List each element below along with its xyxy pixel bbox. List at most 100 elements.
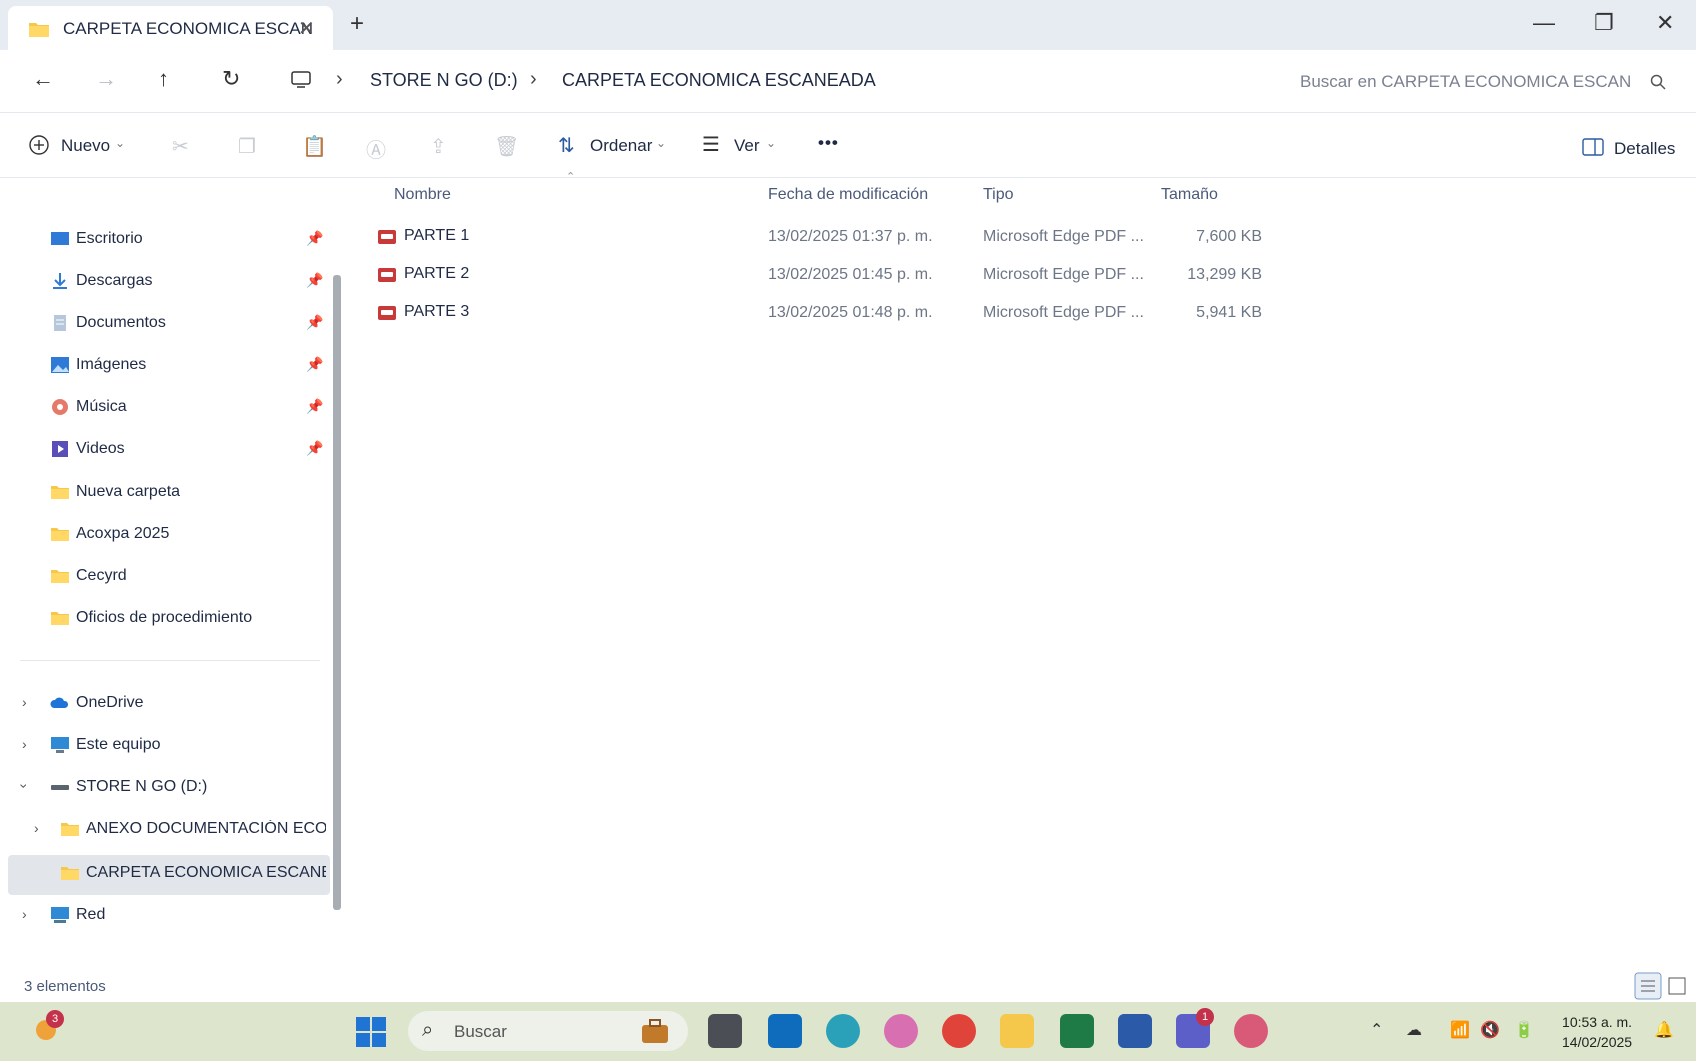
- share-icon[interactable]: ⇪: [430, 134, 447, 159]
- details-button[interactable]: Detalles: [1614, 139, 1675, 159]
- table-row[interactable]: PARTE 1 13/02/2025 01:37 p. m. Microsoft…: [370, 220, 1270, 256]
- outlook-app-icon[interactable]: [768, 1014, 802, 1048]
- battery-icon[interactable]: 🔋: [1514, 1020, 1534, 1040]
- minimize-button[interactable]: —: [1533, 10, 1555, 36]
- sidebar-item-label: Este equipo: [76, 736, 161, 753]
- sidebar-item-anexo[interactable]: › ANEXO DOCUMENTACIÓN ECONO: [0, 812, 330, 848]
- sidebar-item-escritorio[interactable]: Escritorio 📌: [0, 222, 330, 258]
- sidebar-item-label: Acoxpa 2025: [76, 525, 170, 542]
- restore-button[interactable]: ❐: [1594, 10, 1614, 36]
- excel-app-icon[interactable]: [1060, 1014, 1094, 1048]
- details-view-icon[interactable]: [1634, 972, 1662, 1000]
- chrome-app-icon[interactable]: [942, 1014, 976, 1048]
- new-tab-button[interactable]: +: [350, 10, 364, 38]
- sidebar-item-label: OneDrive: [76, 694, 144, 711]
- chevron-right-icon[interactable]: ›: [22, 906, 27, 922]
- notification-badge: 3: [46, 1010, 64, 1028]
- sidebar-item-label: Nueva carpeta: [76, 483, 181, 500]
- copy-icon[interactable]: ❐: [238, 134, 256, 159]
- up-arrow-icon[interactable]: ↑: [158, 66, 169, 92]
- sidebar-item-store-n-go[interactable]: › STORE N GO (D:): [0, 770, 330, 806]
- sidebar-item-musica[interactable]: Música 📌: [0, 390, 330, 426]
- wifi-icon[interactable]: 📶: [1450, 1020, 1470, 1040]
- sidebar-item-nueva-carpeta[interactable]: Nueva carpeta: [0, 475, 330, 511]
- chevron-up-icon[interactable]: ⌃: [1370, 1020, 1383, 1040]
- chevron-right-icon[interactable]: ›: [34, 820, 39, 836]
- back-arrow-icon[interactable]: ←: [32, 66, 54, 92]
- search-icon[interactable]: [1650, 74, 1666, 90]
- close-window-button[interactable]: ✕: [1656, 10, 1674, 36]
- details-pane-icon: [1582, 138, 1604, 156]
- chevron-right-icon[interactable]: ›: [22, 694, 27, 710]
- column-header-name[interactable]: Nombre: [394, 186, 451, 204]
- sidebar-item-documentos[interactable]: Documentos 📌: [0, 306, 330, 342]
- column-header-modified[interactable]: Fecha de modificación: [768, 186, 928, 204]
- new-button[interactable]: Nuevo: [61, 136, 110, 156]
- file-type: Microsoft Edge PDF ...: [983, 304, 1144, 321]
- sort-button[interactable]: Ordenar: [590, 136, 652, 156]
- image-icon: [51, 357, 69, 373]
- column-header-size[interactable]: Tamaño: [1161, 186, 1218, 204]
- column-header-type[interactable]: Tipo: [983, 186, 1014, 204]
- taskbar-search[interactable]: ⌕ Buscar: [408, 1011, 688, 1051]
- file-modified: 13/02/2025 01:45 p. m.: [768, 266, 933, 283]
- edge-app-icon[interactable]: [826, 1014, 860, 1048]
- file-modified: 13/02/2025 01:48 p. m.: [768, 304, 933, 321]
- app-pink-icon[interactable]: [1234, 1014, 1268, 1048]
- sidebar-item-oficios[interactable]: Oficios de procedimiento: [0, 601, 330, 637]
- pdf-file-icon: [378, 268, 396, 282]
- pin-icon[interactable]: 📌: [306, 356, 323, 373]
- refresh-icon[interactable]: ↻: [222, 66, 240, 92]
- clock[interactable]: 10:53 a. m. 14/02/2025: [1562, 1012, 1632, 1052]
- cloud-offline-icon[interactable]: ☁: [1406, 1020, 1422, 1040]
- pin-icon[interactable]: 📌: [306, 398, 323, 415]
- speaker-muted-icon[interactable]: 🔇: [1480, 1020, 1500, 1040]
- teams-app-icon[interactable]: 1: [1176, 1008, 1214, 1048]
- table-row[interactable]: PARTE 2 13/02/2025 01:45 p. m. Microsoft…: [370, 258, 1270, 294]
- pin-icon[interactable]: 📌: [306, 314, 323, 331]
- chevron-down-icon[interactable]: ›: [16, 784, 32, 789]
- notifications-bell-icon[interactable]: 🔔: [1654, 1020, 1674, 1040]
- pin-icon[interactable]: 📌: [306, 440, 323, 457]
- breadcrumb-current-folder[interactable]: CARPETA ECONOMICA ESCANEADA: [562, 70, 876, 91]
- sidebar-item-label: Documentos: [76, 314, 166, 331]
- weather-widget[interactable]: 3: [32, 1010, 64, 1044]
- sidebar-item-acoxpa-2025[interactable]: Acoxpa 2025: [0, 517, 330, 553]
- start-windows-icon[interactable]: [355, 1016, 387, 1048]
- sidebar-item-onedrive[interactable]: › OneDrive: [0, 686, 330, 722]
- breadcrumb-drive[interactable]: STORE N GO (D:): [370, 70, 518, 91]
- sidebar-item-imagenes[interactable]: Imágenes 📌: [0, 348, 330, 384]
- tab-close-icon[interactable]: ✕: [298, 16, 315, 41]
- pin-icon[interactable]: 📌: [306, 272, 323, 289]
- cut-icon[interactable]: ✂: [172, 134, 189, 159]
- file-manager-app-icon[interactable]: [708, 1014, 742, 1048]
- music-icon: [52, 399, 68, 415]
- pin-icon[interactable]: 📌: [306, 230, 323, 247]
- word-app-icon[interactable]: [1118, 1014, 1152, 1048]
- breadcrumb-separator-icon: ›: [530, 68, 537, 90]
- rename-icon[interactable]: Ⓐ: [366, 134, 386, 163]
- search-input[interactable]: Buscar en CARPETA ECONOMICA ESCAN: [1300, 72, 1630, 92]
- tiles-view-icon[interactable]: [1668, 977, 1686, 995]
- paste-icon[interactable]: 📋: [302, 134, 327, 159]
- sidebar-item-red[interactable]: › Red: [0, 898, 330, 934]
- more-options-button[interactable]: •••: [818, 133, 839, 153]
- this-pc-icon[interactable]: [290, 70, 312, 90]
- sidebar-item-videos[interactable]: Videos 📌: [0, 432, 330, 468]
- forward-arrow-icon[interactable]: →: [95, 66, 117, 92]
- table-row[interactable]: PARTE 3 13/02/2025 01:48 p. m. Microsoft…: [370, 296, 1270, 332]
- chevron-right-icon[interactable]: ›: [22, 736, 27, 752]
- delete-icon[interactable]: 🗑: [494, 134, 519, 159]
- file-explorer-app-icon[interactable]: [1000, 1014, 1034, 1048]
- sidebar-item-descargas[interactable]: Descargas 📌: [0, 264, 330, 300]
- folder-icon: [51, 528, 69, 541]
- sidebar-item-este-equipo[interactable]: › Este equipo: [0, 728, 330, 764]
- view-button[interactable]: Ver: [734, 136, 760, 156]
- copilot-app-icon[interactable]: [884, 1014, 918, 1048]
- folder-icon: [51, 486, 69, 499]
- sidebar-item-carpeta-economica[interactable]: CARPETA ECONOMICA ESCANEAD: [0, 856, 330, 892]
- explorer-tab[interactable]: CARPETA ECONOMICA ESCAN ✕: [8, 6, 333, 50]
- sidebar-item-cecyrd[interactable]: Cecyrd: [0, 559, 330, 595]
- taskbar-search-label: Buscar: [454, 1022, 507, 1041]
- nav-scrollbar[interactable]: [333, 275, 341, 910]
